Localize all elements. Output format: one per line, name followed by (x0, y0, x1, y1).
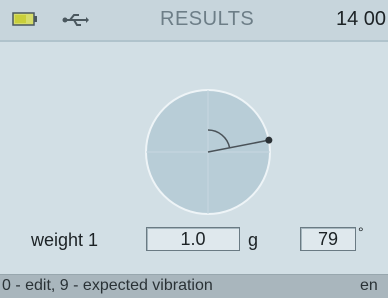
battery-icon (12, 12, 37, 26)
footer-hint: 0 - edit, 9 - expected vibration (2, 277, 213, 294)
status-bar: RESULTS 14 00 (0, 0, 388, 42)
weight-row: weight 1 1.0 g 79 ° (0, 223, 388, 259)
vector-end-dot (265, 136, 273, 144)
weight-value-field[interactable]: 1.0 (146, 227, 240, 251)
clock: 14 00 (336, 8, 387, 30)
angle-value-field[interactable]: 79 (300, 227, 356, 251)
polar-plot (145, 89, 273, 215)
footer-bar: 0 - edit, 9 - expected vibration en (0, 274, 388, 298)
screen-title: RESULTS (160, 8, 255, 30)
weight-label: weight 1 (31, 230, 99, 250)
usb-icon (62, 14, 89, 26)
language-indicator: en (360, 277, 378, 294)
weight-unit: g (248, 230, 259, 250)
results-screen: RESULTS 14 00 weight 1 1.0 g 79 ° 0 - ed… (0, 0, 388, 298)
degree-unit: ° (358, 224, 364, 240)
